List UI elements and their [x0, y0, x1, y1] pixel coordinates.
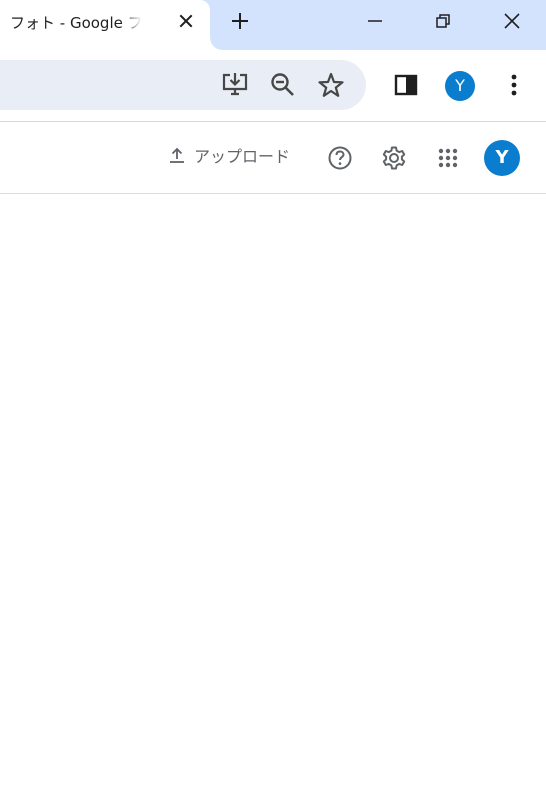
side-panel-icon[interactable] [391, 70, 421, 100]
settings-gear-icon[interactable] [380, 144, 408, 172]
account-avatar[interactable]: Y [484, 140, 520, 176]
tab-close-icon[interactable] [175, 10, 197, 32]
tab-strip: フォト - Google フォト [0, 0, 546, 50]
help-icon[interactable] [326, 144, 354, 172]
photos-content-area [0, 194, 546, 800]
close-icon[interactable] [495, 4, 529, 38]
kebab-menu-icon[interactable] [499, 70, 529, 100]
upload-button[interactable]: アップロード [168, 142, 290, 172]
upload-label: アップロード [194, 147, 291, 166]
address-bar[interactable] [0, 60, 366, 110]
active-tab[interactable]: フォト - Google フォト [0, 0, 222, 50]
install-app-icon[interactable] [220, 70, 250, 100]
photos-header: アップロード Y [0, 122, 546, 193]
upload-icon [168, 146, 186, 168]
minimize-icon[interactable] [358, 4, 392, 38]
apps-grid-icon[interactable] [434, 144, 462, 172]
new-tab-plus-icon[interactable] [227, 8, 253, 34]
profile-avatar[interactable]: Y [445, 71, 475, 101]
restore-icon[interactable] [426, 4, 460, 38]
browser-toolbar: Y [0, 50, 546, 121]
tab-title: フォト - Google フォト [10, 14, 142, 32]
browser-window: フォト - Google フォト [0, 0, 546, 800]
bookmark-star-icon[interactable] [316, 70, 346, 100]
zoom-out-icon[interactable] [268, 70, 298, 100]
